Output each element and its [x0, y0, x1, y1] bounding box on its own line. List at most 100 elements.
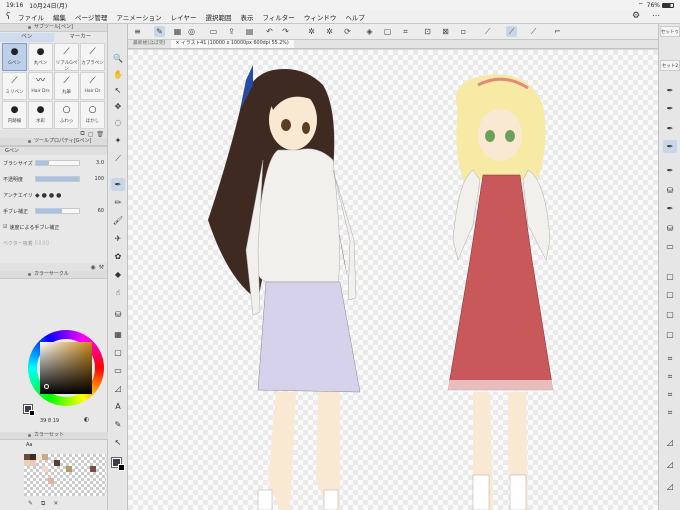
menu-file[interactable]: ファイル [18, 12, 44, 22]
swatch[interactable] [66, 466, 72, 472]
menu-selection[interactable]: 選択範囲 [205, 12, 231, 22]
pencil-tool-icon[interactable]: ✏ [111, 196, 125, 209]
swatch[interactable] [90, 466, 96, 472]
brush-watercolor[interactable]: ● 水彩 [28, 101, 53, 129]
trim-icon[interactable]: ▢ [382, 26, 393, 37]
menu-window[interactable]: ウィンドウ [304, 12, 337, 22]
drawing-canvas[interactable] [128, 50, 658, 510]
brush-tool-icon[interactable]: 🖌 [111, 214, 125, 227]
tab-other-canvas[interactable]: 最新絵(ほぼ完) [128, 40, 171, 48]
redo-icon[interactable]: ↷ [280, 26, 291, 37]
figure-tool-icon[interactable]: ▢ [111, 346, 125, 359]
gradient-tool-icon[interactable]: ▦ [111, 328, 125, 341]
hand-tool-icon[interactable]: ✋ [111, 68, 125, 81]
right-tab-set2[interactable]: セット2 [660, 60, 680, 71]
brush-bokashi[interactable]: ○ ほかし [80, 101, 105, 129]
hamburger-menu-icon[interactable]: ≡ [132, 26, 143, 37]
swatch[interactable] [48, 478, 54, 484]
brush-real-g-pen[interactable]: ⟋ リアルGペン [54, 43, 79, 72]
right-fill-icon[interactable]: ⛁ [663, 184, 677, 197]
balloon-tool-icon[interactable]: ✎ [111, 418, 125, 431]
brush-g-pen[interactable]: ● Gペン [2, 43, 27, 71]
colorset-dropdown[interactable]: Aa [26, 442, 32, 448]
sub-color-swatch[interactable] [29, 410, 35, 416]
snap-icon[interactable]: ✲ [324, 26, 335, 37]
share-icon[interactable]: ⇪ [226, 26, 237, 37]
stabilizer-icon[interactable]: ⟋ [506, 26, 517, 37]
right-frame-icon[interactable]: ⌗ [663, 370, 677, 383]
save-icon[interactable]: ▭ [208, 26, 219, 37]
lasso-tool-icon[interactable]: ◌ [111, 116, 125, 129]
tab-pen[interactable]: ペン [0, 32, 54, 42]
vector-snap-options[interactable]: ▯▯▯▯ [35, 240, 50, 246]
tab-current-canvas[interactable]: × イラスト41 (10000 x 10000px 600dpi 55.2%) [170, 40, 294, 48]
menu-animation[interactable]: アニメーション [116, 12, 161, 22]
blend-tool-icon[interactable]: ☝ [111, 286, 125, 299]
fill-icon[interactable]: ◈ [364, 26, 375, 37]
toolbar-sub-color[interactable] [118, 464, 125, 471]
swatch[interactable] [42, 466, 48, 472]
clear-selection-icon[interactable]: ⊡ [422, 26, 433, 37]
copy-subtool-icon[interactable]: ⧉ [80, 130, 84, 138]
web-gallery-icon[interactable]: ◎ [186, 26, 197, 37]
menu-layer[interactable]: レイヤー [171, 12, 197, 22]
opacity-slider[interactable] [35, 176, 80, 182]
move-tool-icon[interactable]: ✥ [111, 100, 125, 113]
swatch[interactable] [54, 460, 60, 466]
wrench-icon[interactable]: ⚒ [99, 264, 104, 271]
menu-page[interactable]: ページ管理 [75, 12, 107, 22]
brush-hair-dr[interactable]: ⟋ Hair Dr [80, 72, 105, 100]
right-pen-icon[interactable]: ✒ [663, 84, 677, 97]
pen-tool-icon[interactable]: ✒ [111, 178, 125, 191]
frame-tool-icon[interactable]: ▭ [111, 364, 125, 377]
menu-view[interactable]: 表示 [240, 12, 253, 22]
settings-gear-icon[interactable]: ⚙ [632, 11, 640, 21]
right-pen-icon[interactable]: ✒ [663, 102, 677, 115]
undo-icon[interactable]: ↶ [264, 26, 275, 37]
right-pen-icon[interactable]: ✒ [663, 164, 677, 177]
menu-help[interactable]: ヘルプ [345, 12, 365, 22]
brush-inner-line[interactable]: ● 内跡線 [2, 101, 27, 129]
ruler-icon[interactable]: ⟋ [482, 26, 493, 37]
delete-color-icon[interactable]: ✕ [53, 500, 58, 510]
tab-marker[interactable]: マーカー [54, 33, 108, 42]
eyedropper-icon[interactable]: ⟋ [111, 152, 125, 165]
new-subtool-icon[interactable]: ▢ [88, 131, 94, 138]
right-frame-icon[interactable]: ⌗ [663, 352, 677, 365]
brush-fuwa[interactable]: ○ ふわっ [54, 101, 79, 129]
delete-subtool-icon[interactable]: 🗑 [96, 131, 104, 138]
rotate-icon[interactable]: ⟳ [342, 26, 353, 37]
invert-selection-icon[interactable]: ⊠ [440, 26, 451, 37]
stabilizer-slider[interactable] [35, 208, 80, 214]
right-ruler-icon[interactable]: ◿ [663, 436, 677, 449]
color-picker-handle[interactable] [44, 384, 49, 389]
right-square-icon[interactable]: ▢ [663, 308, 677, 321]
brush-maru-pen[interactable]: ● 丸ペン [28, 43, 53, 71]
magic-wand-icon[interactable]: ✦ [111, 134, 125, 147]
right-tab-set1[interactable]: セットゥ [660, 26, 680, 37]
brush-hair-drs[interactable]: 〰 Hair Drs [28, 72, 53, 100]
speed-checkbox[interactable]: ☑ [3, 224, 7, 230]
brush-milli-pen[interactable]: ⟋ ミリペン [2, 72, 27, 100]
right-square-icon[interactable]: ▢ [663, 288, 677, 301]
more-icon[interactable]: ⋯ [652, 11, 660, 20]
app-logo-icon[interactable]: ʕ [6, 12, 18, 22]
export-icon[interactable]: ▤ [244, 26, 255, 37]
selection-outline-icon[interactable]: ▫ [458, 26, 469, 37]
brush-kabura-pen[interactable]: ⟋ カブラペン [80, 43, 105, 71]
menu-filter[interactable]: フィルター [262, 12, 294, 22]
vector-icon[interactable]: ⌐ [552, 26, 563, 37]
hsv-toggle-icon[interactable]: ◐ [84, 416, 89, 423]
gallery-icon[interactable]: ▦ [172, 26, 183, 37]
eraser-tool-icon[interactable]: ◆ [111, 268, 125, 281]
right-ruler-icon[interactable]: ◿ [663, 458, 677, 471]
tool-settings-icon[interactable]: ◉ [90, 264, 95, 271]
swatch[interactable] [42, 454, 48, 460]
text-tool-icon[interactable]: A [111, 400, 125, 413]
new-canvas-icon[interactable]: ✎ [154, 26, 165, 37]
settings-icon[interactable]: ✲ [306, 26, 317, 37]
right-square-icon[interactable]: ▢ [663, 328, 677, 341]
brush-size-slider[interactable] [35, 160, 80, 166]
right-pen-icon[interactable]: ✒ [663, 202, 677, 215]
add-color-icon[interactable]: ✎ [28, 500, 33, 510]
